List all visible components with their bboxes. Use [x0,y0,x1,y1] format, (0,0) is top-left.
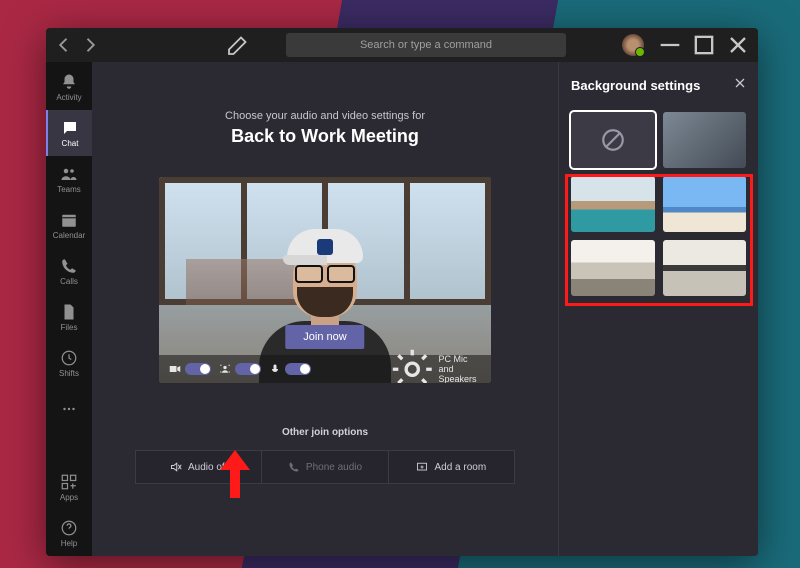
gear-icon [390,347,435,383]
meeting-title: Back to Work Meeting [231,126,419,147]
rail-apps[interactable]: Apps [46,464,92,510]
add-room-button[interactable]: Add a room [389,451,514,483]
minimize-button[interactable] [656,31,684,59]
forward-button[interactable] [80,35,100,55]
rail-activity[interactable]: Activity [46,64,92,110]
bg-option-blur[interactable] [663,112,747,168]
panel-close-button[interactable] [734,76,746,94]
bg-option-image-4[interactable] [663,240,747,296]
add-room-icon [416,461,428,473]
mic-toggle[interactable] [285,363,311,375]
none-icon [600,127,626,153]
titlebar: Search or type a command [46,28,758,62]
search-placeholder: Search or type a command [360,39,492,51]
phone-icon [288,461,300,473]
background-settings-panel: Background settings [558,62,758,556]
rail-files[interactable]: Files [46,294,92,340]
rail-more[interactable] [46,386,92,432]
close-button[interactable] [724,31,752,59]
annotation-arrow [220,450,250,498]
preview-controls: PC Mic and Speakers [159,355,491,383]
rail-help[interactable]: Help [46,510,92,556]
prejoin-subtitle: Choose your audio and video settings for [225,110,425,122]
mic-icon [269,363,281,375]
panel-title: Background settings [571,78,734,93]
new-message-button[interactable] [226,33,250,57]
join-now-button[interactable]: Join now [285,325,364,349]
other-join-options: Audio off Phone audio Add a room [135,450,515,484]
profile-avatar[interactable] [622,34,644,56]
device-settings[interactable]: PC Mic and Speakers [390,347,481,383]
camera-toggle[interactable] [185,363,211,375]
app-rail: Activity Chat Teams Calendar Calls Files… [46,62,92,556]
camera-icon [169,363,181,375]
bg-option-image-1[interactable] [571,176,655,232]
background-effects-icon [219,363,231,375]
background-toggle[interactable] [235,363,261,375]
rail-calendar[interactable]: Calendar [46,202,92,248]
search-input[interactable]: Search or type a command [286,33,566,57]
phone-audio-button[interactable]: Phone audio [262,451,388,483]
prejoin-screen: Choose your audio and video settings for… [92,62,558,556]
rail-shifts[interactable]: Shifts [46,340,92,386]
maximize-button[interactable] [690,31,718,59]
rail-chat[interactable]: Chat [46,110,92,156]
video-preview: Join now PC Mic and Speakers [159,177,491,383]
other-join-options-label: Other join options [282,427,368,438]
background-grid [571,112,746,296]
rail-teams[interactable]: Teams [46,156,92,202]
audio-off-icon [170,461,182,473]
teams-window: Search or type a command Activity Chat T… [46,28,758,556]
rail-calls[interactable]: Calls [46,248,92,294]
back-button[interactable] [54,35,74,55]
bg-option-image-2[interactable] [663,176,747,232]
bg-option-image-3[interactable] [571,240,655,296]
bg-option-none[interactable] [571,112,655,168]
